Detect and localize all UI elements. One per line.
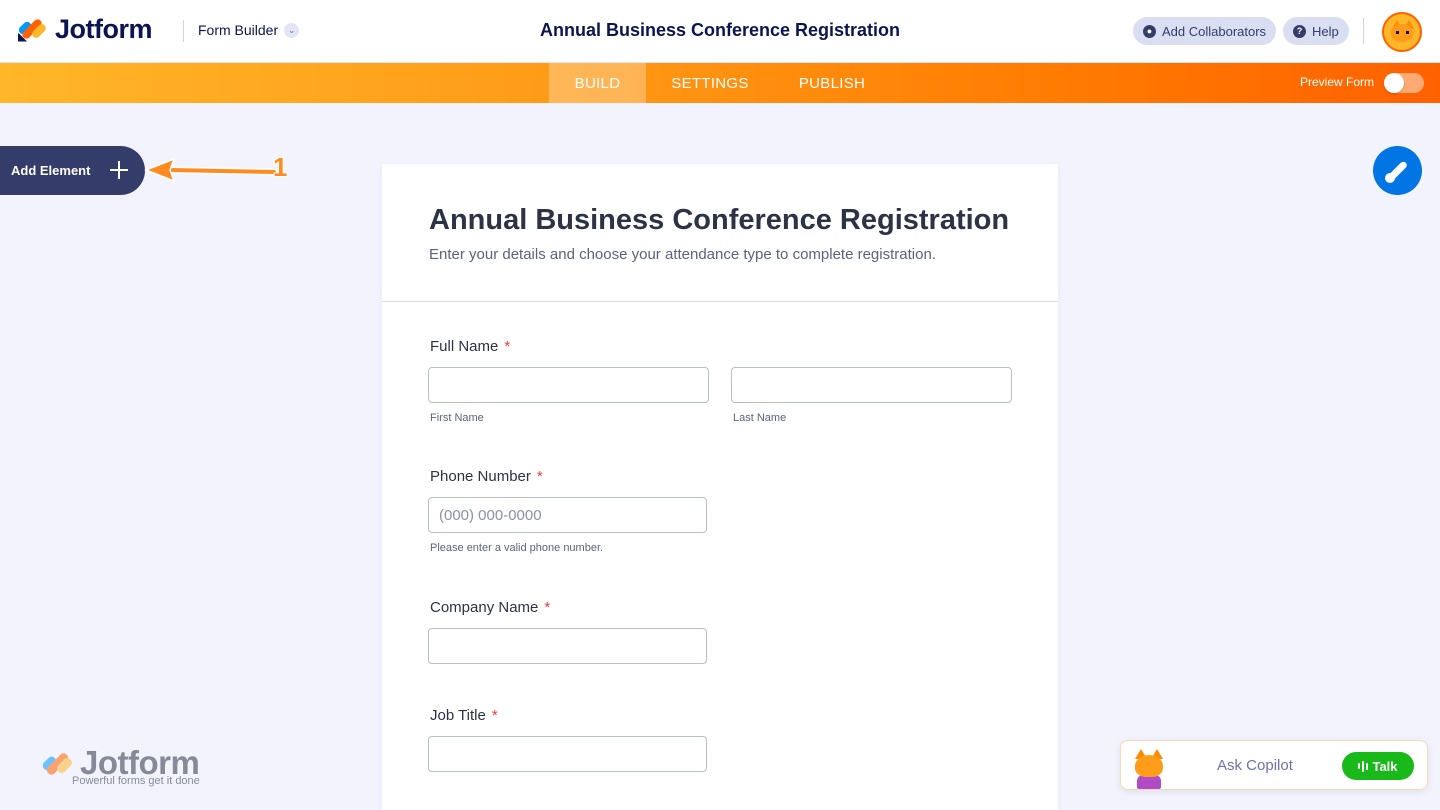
watermark-tagline: Powerful forms get it done <box>72 775 200 787</box>
job-title-label: Job Title * <box>430 707 498 724</box>
company-name-label: Company Name * <box>430 599 551 616</box>
form-header[interactable]: Annual Business Conference Registration … <box>382 164 1058 302</box>
required-marker: * <box>491 707 498 724</box>
avatar[interactable] <box>1382 12 1422 52</box>
user-icon: ● <box>1143 24 1156 38</box>
toggle-knob <box>1384 73 1404 93</box>
form-designer-button[interactable] <box>1373 146 1422 195</box>
add-element-label: Add Element <box>11 163 91 178</box>
ask-copilot-widget[interactable]: Ask Copilot Talk <box>1120 740 1428 790</box>
tab-build[interactable]: BUILD <box>549 63 646 103</box>
company-name-input[interactable] <box>428 628 707 664</box>
talk-label: Talk <box>1372 758 1398 774</box>
copilot-avatar-icon <box>1129 747 1169 789</box>
plus-icon <box>108 159 130 181</box>
required-marker: * <box>544 599 551 616</box>
builder-switch-label: Form Builder <box>198 22 279 38</box>
chevron-down-icon: ⌄ <box>284 22 300 38</box>
form-card: Annual Business Conference Registration … <box>382 164 1058 810</box>
preview-form-toggle[interactable] <box>1384 73 1424 93</box>
help-label: Help <box>1312 23 1339 39</box>
tab-publish[interactable]: PUBLISH <box>786 63 878 103</box>
add-element-button[interactable]: Add Element <box>0 146 145 195</box>
phone-number-sublabel: Please enter a valid phone number. <box>430 542 604 554</box>
top-bar: Jotform Form Builder ⌄ Annual Business C… <box>0 0 1440 63</box>
jotform-logo-icon <box>40 748 74 780</box>
form-title: Annual Business Conference Registration <box>429 204 1010 236</box>
phone-number-input[interactable] <box>428 497 707 533</box>
ask-copilot-label: Ask Copilot <box>1217 757 1293 774</box>
help-button[interactable]: ? Help <box>1283 17 1349 45</box>
add-collaborators-button[interactable]: ● Add Collaborators <box>1133 17 1277 45</box>
form-subtitle: Enter your details and choose your atten… <box>429 246 936 263</box>
first-name-sublabel: First Name <box>430 412 484 424</box>
phone-number-label: Phone Number * <box>430 468 543 485</box>
voice-wave-icon <box>1358 760 1369 772</box>
talk-button[interactable]: Talk <box>1342 752 1414 780</box>
last-name-sublabel: Last Name <box>733 412 787 424</box>
last-name-input[interactable] <box>731 367 1012 403</box>
jotform-logo[interactable]: Jotform <box>17 14 153 45</box>
first-name-input[interactable] <box>428 367 709 403</box>
tab-settings[interactable]: SETTINGS <box>660 63 760 103</box>
required-marker: * <box>536 468 543 485</box>
annotation-number: 1 <box>273 152 288 182</box>
job-title-input[interactable] <box>428 736 707 772</box>
builder-nav-bar: BUILD SETTINGS PUBLISH Preview Form <box>0 63 1440 103</box>
divider <box>1363 18 1364 44</box>
required-marker: * <box>504 338 511 355</box>
add-collaborators-label: Add Collaborators <box>1162 23 1267 39</box>
builder-switch-dropdown[interactable]: Form Builder ⌄ <box>198 22 300 38</box>
full-name-label: Full Name * <box>430 338 511 355</box>
divider <box>183 20 184 42</box>
question-icon: ? <box>1293 24 1306 38</box>
jotform-logo-icon <box>17 15 48 45</box>
jotform-watermark: Jotform Powerful forms get it done <box>40 744 240 794</box>
brand-name: Jotform <box>55 14 153 44</box>
preview-form-label: Preview Form <box>1300 75 1375 89</box>
